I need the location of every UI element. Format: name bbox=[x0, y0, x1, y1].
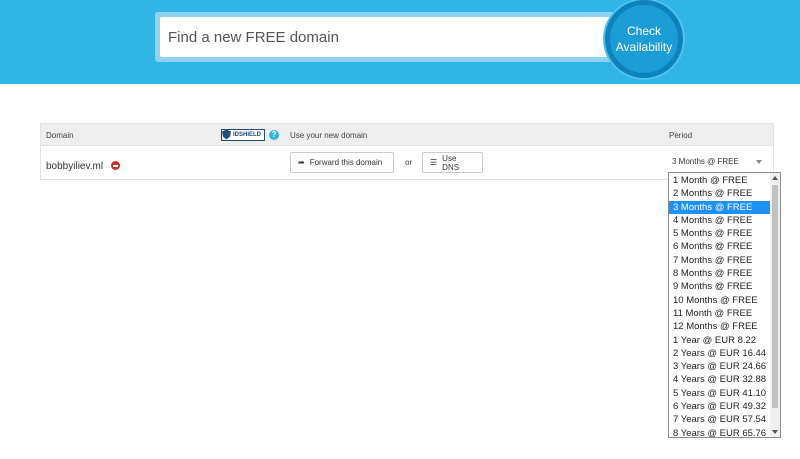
period-selected-value: 3 Months @ FREE bbox=[672, 157, 739, 166]
help-icon[interactable]: ? bbox=[269, 129, 279, 140]
period-option[interactable]: 6 Months @ FREE bbox=[669, 240, 770, 253]
period-option[interactable]: 4 Years @ EUR 32.88 bbox=[669, 373, 770, 386]
remove-domain-icon[interactable] bbox=[111, 161, 120, 170]
period-option[interactable]: 9 Months @ FREE bbox=[669, 280, 770, 293]
header-use-domain: Use your new domain bbox=[290, 131, 368, 140]
scroll-up-icon[interactable] bbox=[772, 176, 778, 180]
period-option[interactable]: 3 Years @ EUR 24.66 bbox=[669, 360, 770, 373]
scrollbar-thumb[interactable] bbox=[772, 185, 778, 408]
idshield-badge: IDSHIELD ? bbox=[221, 128, 279, 141]
shield-icon bbox=[222, 129, 231, 140]
or-separator: or bbox=[405, 158, 413, 167]
header-period: Period bbox=[669, 131, 693, 140]
period-option[interactable]: 7 Months @ FREE bbox=[669, 254, 770, 267]
period-option[interactable]: 5 Years @ EUR 41.10 bbox=[669, 387, 770, 400]
scroll-down-icon[interactable] bbox=[772, 430, 778, 434]
forward-arrow-icon: ➦ bbox=[298, 158, 305, 167]
idshield-label: IDSHIELD bbox=[233, 131, 262, 138]
period-option[interactable]: 2 Months @ FREE bbox=[669, 187, 770, 200]
period-option[interactable]: 11 Month @ FREE bbox=[669, 307, 770, 320]
period-select[interactable]: 3 Months @ FREE bbox=[668, 152, 769, 171]
forward-domain-button[interactable]: ➦ Forward this domain bbox=[290, 152, 394, 173]
period-option[interactable]: 1 Year @ EUR 8.22 bbox=[669, 334, 770, 347]
period-option[interactable]: 8 Years @ EUR 65.76 bbox=[669, 427, 770, 437]
period-option[interactable]: 10 Months @ FREE bbox=[669, 294, 770, 307]
period-option[interactable]: 1 Month @ FREE bbox=[669, 174, 770, 187]
search-bar bbox=[155, 12, 640, 62]
dropdown-scrollbar[interactable] bbox=[770, 173, 780, 437]
dns-label: Use DNS bbox=[442, 153, 460, 172]
period-option[interactable]: 3 Months @ FREE bbox=[669, 200, 770, 214]
period-option[interactable]: 6 Years @ EUR 49.32 bbox=[669, 400, 770, 413]
period-dropdown[interactable]: 1 Month @ FREE 2 Months @ FREE 3 Months @ … bbox=[668, 172, 781, 438]
chevron-down-icon bbox=[756, 160, 762, 164]
period-option[interactable]: 7 Years @ EUR 57.54 bbox=[669, 413, 770, 426]
table-header: Domain IDSHIELD ? Use your new domain Pe… bbox=[41, 124, 773, 146]
check-availability-button[interactable]: Check Availability bbox=[605, 0, 683, 78]
table-row: bobbyiliev.ml ➦ Forward this domain or ☰… bbox=[41, 147, 773, 179]
period-option[interactable]: 2 Years @ EUR 16.44 bbox=[669, 347, 770, 360]
use-dns-button[interactable]: ☰ Use DNS bbox=[422, 152, 483, 173]
period-option[interactable]: 4 Months @ FREE bbox=[669, 214, 770, 227]
period-option[interactable]: 12 Months @ FREE bbox=[669, 320, 770, 333]
check-button-line1: Check bbox=[626, 24, 661, 38]
header-band: Check Availability bbox=[0, 0, 800, 84]
period-option[interactable]: 8 Months @ FREE bbox=[669, 267, 770, 280]
period-options: 1 Month @ FREE 2 Months @ FREE 3 Months @ … bbox=[669, 174, 770, 437]
domain-search-input[interactable] bbox=[160, 17, 620, 57]
domain-name: bobbyiliev.ml bbox=[46, 161, 104, 172]
period-option[interactable]: 5 Months @ FREE bbox=[669, 227, 770, 240]
list-icon: ☰ bbox=[430, 158, 438, 167]
forward-label: Forward this domain bbox=[309, 158, 383, 167]
header-domain: Domain bbox=[46, 131, 74, 140]
idshield-logo: IDSHIELD bbox=[221, 128, 265, 141]
domain-table: Domain IDSHIELD ? Use your new domain Pe… bbox=[40, 123, 774, 180]
check-button-line2: Availability bbox=[615, 40, 673, 54]
